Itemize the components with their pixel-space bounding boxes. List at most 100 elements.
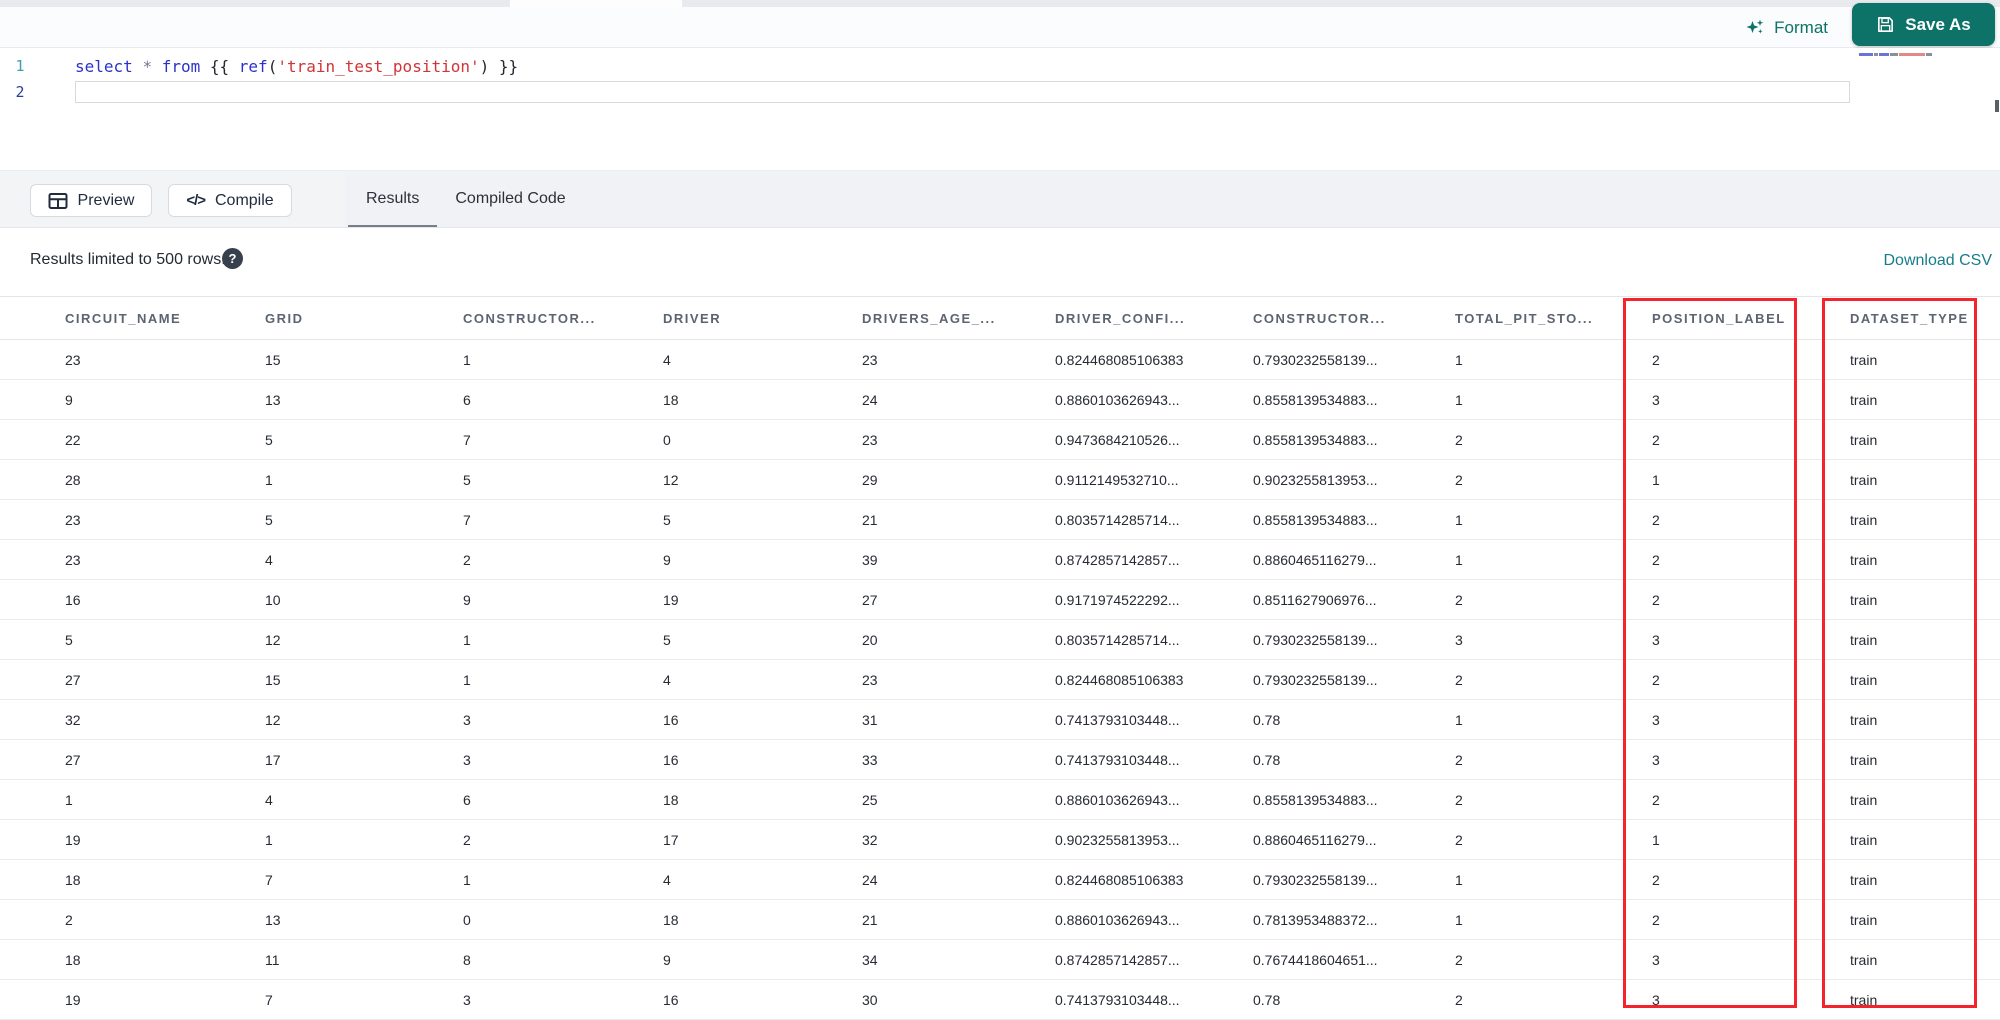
results-tabs: Results Compiled Code <box>345 171 2000 227</box>
format-button[interactable]: Format <box>1745 13 1828 43</box>
sql-editor[interactable]: 1 select * from {{ ref('train_test_posit… <box>0 48 2000 170</box>
table-cell: 2 <box>1455 591 1463 608</box>
table-cell: train <box>1850 431 1878 448</box>
table-cell: 0.824468085106383 <box>1055 671 1184 688</box>
download-csv-link[interactable]: Download CSV <box>1884 252 1993 270</box>
table-cell: 0.7813953488372... <box>1253 911 1378 928</box>
table-cell: 1 <box>1455 551 1463 568</box>
table-cell: 34 <box>862 951 878 968</box>
code-token: 'train_test_position' <box>277 56 480 76</box>
scrollbar-thumb[interactable] <box>1995 100 1999 112</box>
table-cell: 0.78 <box>1253 991 1281 1008</box>
table-cell: 4 <box>663 351 671 368</box>
table-cell: 1 <box>1455 871 1463 888</box>
table-row: 28 1 5 12 29 0.9112149532710... 0.902325581395… <box>0 460 2000 500</box>
table-cell: 0.7413793103448... <box>1055 711 1180 728</box>
table-header-row: CIRCUIT_NAME GRID CONSTRUCTOR... DRIVER DRIV… <box>0 296 2000 340</box>
table-row: 18 11 8 9 34 0.8742857142857... 0.767441860465… <box>0 940 2000 980</box>
table-cell: 18 <box>663 911 679 928</box>
table-cell: 32 <box>862 831 878 848</box>
table-cell: 4 <box>663 671 671 688</box>
table-cell: train <box>1850 871 1878 888</box>
table-cell: 5 <box>265 511 273 528</box>
table-cell: 0.8860103626943... <box>1055 791 1180 808</box>
table-cell: 3 <box>1652 391 1660 408</box>
table-cell: 6 <box>463 791 471 808</box>
table-row: 5 12 1 5 20 0.8035714285714... 0.7930232558139… <box>0 620 2000 660</box>
table-row: 27 17 3 16 33 0.7413793103448... 0.78 2 3 train <box>0 740 2000 780</box>
table-cell: 7 <box>265 871 273 888</box>
table-cell: 2 <box>65 911 73 928</box>
table-cell: 1 <box>65 791 73 808</box>
table-cell: 0.9473684210526... <box>1055 431 1180 448</box>
table-cell: 0.8558139534883... <box>1253 391 1378 408</box>
table-cell: 23 <box>65 511 81 528</box>
active-line-box[interactable] <box>75 81 1850 103</box>
table-cell: 20 <box>862 631 878 648</box>
save-as-button[interactable]: Save As <box>1852 3 1995 46</box>
table-row: 27 15 1 4 23 0.824468085106383 0.7930232558139… <box>0 660 2000 700</box>
table-cell: 9 <box>663 951 671 968</box>
table-cell: 0 <box>463 911 471 928</box>
table-cell: 11 <box>265 951 280 968</box>
table-cell: 17 <box>663 831 679 848</box>
table-cell: 12 <box>265 711 281 728</box>
table-cell: 0.8860465116279... <box>1253 551 1377 568</box>
table-cell: 1 <box>265 831 273 848</box>
table-cell: 0.7930232558139... <box>1253 671 1378 688</box>
help-icon[interactable]: ? <box>222 248 243 269</box>
table-cell: 0.7930232558139... <box>1253 871 1378 888</box>
table-cell: 0 <box>663 431 671 448</box>
table-cell: 0.7413793103448... <box>1055 751 1180 768</box>
table-cell: 1 <box>1455 511 1463 528</box>
code-token: from <box>161 56 201 76</box>
table-cell: train <box>1850 471 1878 488</box>
table-cell: 29 <box>862 471 878 488</box>
column-header: DATASET_TYPE <box>1850 310 1969 326</box>
code-token: {{ <box>200 56 239 76</box>
code-line-content[interactable]: select * from {{ ref('train_test_positio… <box>75 57 518 76</box>
table-body: 23 15 1 4 23 0.824468085106383 0.7930232558139… <box>0 340 2000 1020</box>
code-icon: </> <box>186 192 206 209</box>
table-cell: 1 <box>1652 831 1660 848</box>
table-cell: 0.8558139534883... <box>1253 431 1378 448</box>
tab-results[interactable]: Results <box>348 171 438 227</box>
code-line-1[interactable]: 1 select * from {{ ref('train_test_posit… <box>0 54 518 78</box>
preview-button[interactable]: Preview <box>30 184 152 217</box>
table-cell: 1 <box>1455 711 1463 728</box>
code-token: }} <box>489 56 519 76</box>
table-cell: train <box>1850 791 1878 808</box>
tab-compiled-code[interactable]: Compiled Code <box>437 171 583 227</box>
compile-label: Compile <box>215 191 274 209</box>
table-cell: 8 <box>463 951 471 968</box>
compile-button[interactable]: </> Compile <box>168 184 292 217</box>
code-token: select <box>75 56 133 76</box>
editor-toolbar: Format Save As <box>0 3 2000 48</box>
table-row: 19 1 2 17 32 0.9023255813953... 0.886046511627… <box>0 820 2000 860</box>
active-file-tab[interactable] <box>510 0 682 7</box>
table-cell: 3 <box>1455 631 1463 648</box>
table-cell: 23 <box>65 351 81 368</box>
table-cell: 0.8860465116279... <box>1253 831 1377 848</box>
save-icon <box>1878 17 1894 32</box>
table-cell: 1 <box>463 871 471 888</box>
table-cell: train <box>1850 631 1878 648</box>
table-cell: 32 <box>65 711 81 728</box>
column-header: CONSTRUCTOR... <box>1253 310 1386 326</box>
table-cell: 3 <box>1652 631 1660 648</box>
table-cell: 2 <box>1455 471 1463 488</box>
table-cell: 23 <box>862 431 878 448</box>
table-cell: 27 <box>862 591 878 608</box>
table-cell: 28 <box>65 471 81 488</box>
column-header: TOTAL_PIT_STO... <box>1455 310 1594 326</box>
line-number-1: 1 <box>15 57 25 75</box>
table-cell: 2 <box>463 831 471 848</box>
minimap[interactable] <box>1856 48 1994 138</box>
table-cell: 0.8860103626943... <box>1055 911 1180 928</box>
table-cell: 3 <box>463 751 471 768</box>
code-token: ref <box>238 56 268 76</box>
code-line-2[interactable]: 2 <box>0 80 1850 104</box>
table-cell: 9 <box>663 551 671 568</box>
table-cell: 1 <box>1455 351 1463 368</box>
table-cell: train <box>1850 751 1878 768</box>
